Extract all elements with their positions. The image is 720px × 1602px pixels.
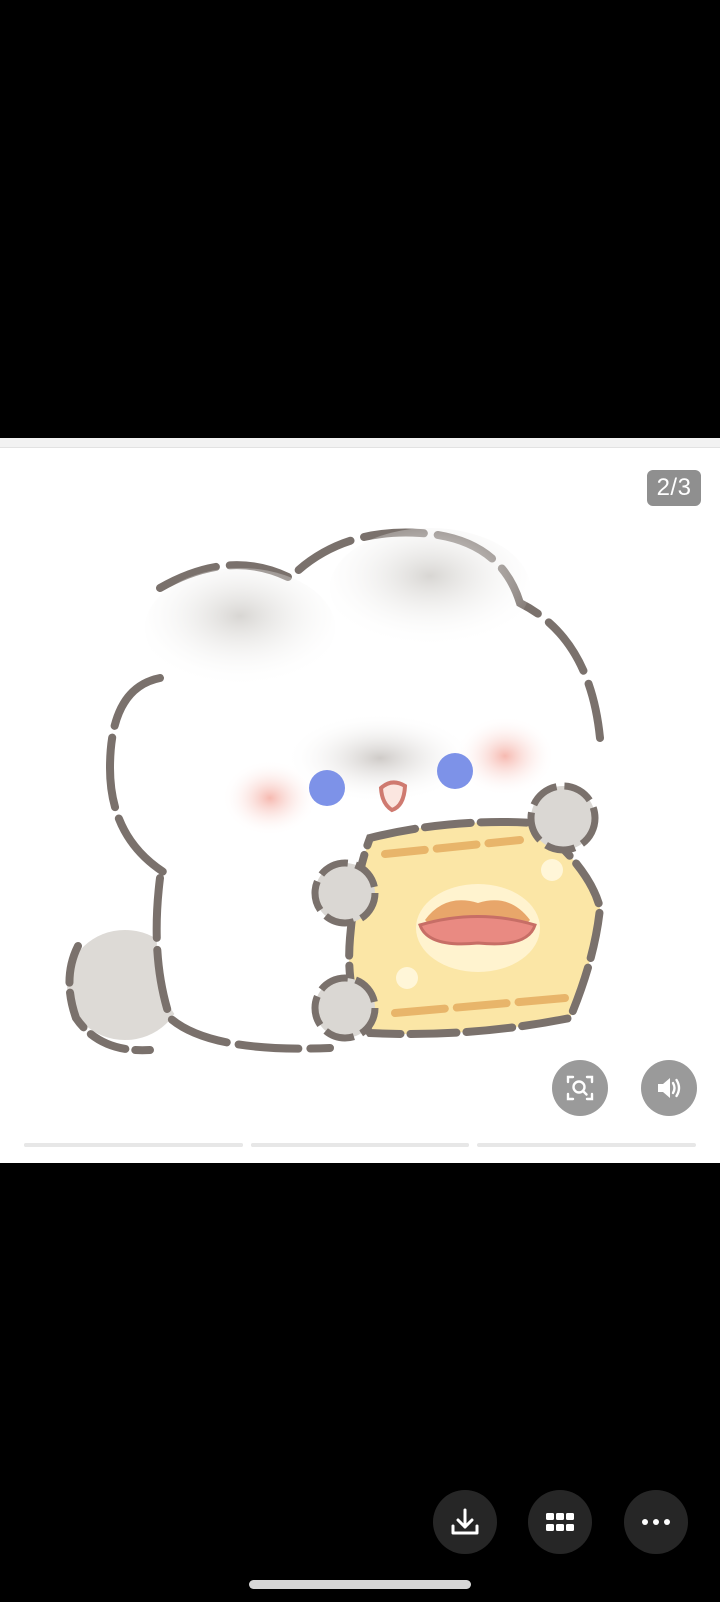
home-indicator[interactable] xyxy=(249,1580,471,1589)
download-button[interactable] xyxy=(433,1490,497,1554)
more-dots-icon xyxy=(642,1519,670,1525)
image-frame[interactable]: 2/3 xyxy=(0,438,720,1163)
download-icon xyxy=(451,1508,479,1535)
speaker-icon xyxy=(658,1078,681,1098)
image-search-button[interactable] xyxy=(552,1060,608,1116)
grid-button[interactable] xyxy=(528,1490,592,1554)
bunny-eating-chips-illustration xyxy=(65,528,607,1055)
page-counter: 2/3 xyxy=(647,470,701,506)
image-search-icon xyxy=(566,1075,594,1101)
more-button[interactable] xyxy=(624,1490,688,1554)
bottom-action-bar xyxy=(0,1490,720,1554)
progress-segment-3 xyxy=(477,1143,697,1147)
sound-button[interactable] xyxy=(641,1060,697,1116)
grid-icon xyxy=(546,1513,574,1531)
progress-segment-2 xyxy=(250,1143,470,1147)
progress-segment-1 xyxy=(24,1143,243,1147)
slide-progress xyxy=(24,1143,697,1147)
image-viewer: 2/3 xyxy=(0,0,720,1602)
